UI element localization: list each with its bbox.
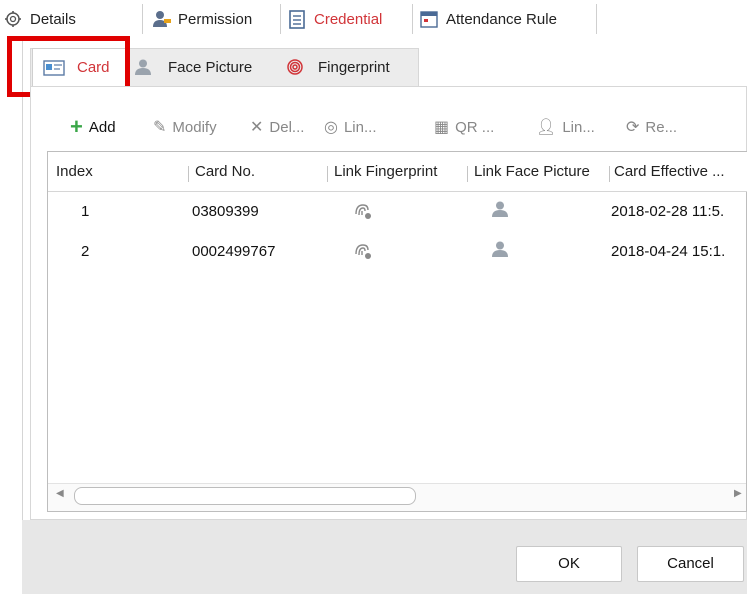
tab-attendance-rule[interactable]: Attendance Rule — [420, 0, 557, 38]
refresh-icon: ⟳ — [626, 119, 640, 136]
user-key-icon — [152, 10, 171, 28]
column-separator — [467, 166, 468, 182]
tab-credential-label: Credential — [314, 10, 383, 28]
fingerprint-icon — [286, 58, 304, 76]
link-person-button[interactable]: 👤︎ Lin... — [536, 116, 595, 138]
modify-button[interactable]: ✎ Modify — [153, 116, 217, 138]
table-row-card-effective[interactable]: 2018-04-24 15:1. — [611, 240, 725, 264]
table-row-card-no[interactable]: 03809399 — [192, 200, 259, 224]
close-icon: ✕ — [250, 119, 264, 136]
link-fingerprint-button[interactable]: ◎ Lin... — [324, 116, 377, 138]
table-row-index[interactable]: 1 — [81, 200, 89, 224]
edit-icon: ✎ — [153, 119, 167, 136]
tab-permission[interactable]: Permission — [152, 0, 252, 38]
ok-button[interactable]: OK — [516, 546, 622, 582]
qr-code-icon: ▦ — [434, 119, 450, 136]
link-fingerprint-button-label: Lin... — [343, 118, 377, 136]
delete-button-label: Del... — [269, 118, 305, 136]
tab-separator — [142, 4, 143, 34]
link-person-button-label: Lin... — [562, 118, 595, 136]
tab-attendance-rule-label: Attendance Rule — [446, 10, 557, 28]
qr-button[interactable]: ▦ QR ... — [434, 116, 494, 138]
read-button-label: Re... — [645, 118, 678, 136]
subtab-fingerprint-label: Fingerprint — [318, 58, 390, 76]
table-row-card-effective[interactable]: 2018-02-28 11:5. — [611, 200, 724, 224]
read-button[interactable]: ⟳ Re... — [626, 116, 677, 138]
column-header-index[interactable]: Index — [56, 152, 93, 191]
tab-details[interactable]: Details — [4, 0, 76, 38]
gear-icon — [4, 10, 22, 28]
column-header-link-face-picture[interactable]: Link Face Picture — [474, 152, 590, 191]
top-tab-filler — [596, 0, 747, 38]
column-header-link-fingerprint[interactable]: Link Fingerprint — [334, 152, 437, 191]
fingerprint-settings-icon[interactable] — [352, 240, 374, 264]
scrollbar-thumb[interactable] — [74, 487, 416, 505]
tab-separator — [280, 4, 281, 34]
tab-separator — [412, 4, 413, 34]
fingerprint-settings-icon[interactable] — [352, 200, 374, 224]
calendar-icon — [420, 10, 438, 28]
plus-icon: + — [70, 114, 83, 139]
face-picture-person-icon[interactable] — [491, 240, 509, 264]
column-header-card-no[interactable]: Card No. — [195, 152, 255, 191]
qr-button-label: QR ... — [455, 118, 495, 136]
table-row-card-no[interactable]: 0002499767 — [192, 240, 275, 264]
subtab-fingerprint[interactable]: Fingerprint — [286, 48, 390, 86]
column-separator — [188, 166, 189, 182]
tab-details-label: Details — [30, 10, 76, 28]
column-separator — [609, 166, 610, 182]
tab-credential[interactable]: Credential — [288, 0, 382, 38]
person-icon: 👤︎ — [536, 119, 557, 136]
add-button-label: Add — [88, 118, 116, 136]
fingerprint-lock-icon: ◎ — [324, 119, 338, 136]
add-button[interactable]: + Add — [70, 116, 116, 138]
face-picture-person-icon[interactable] — [491, 200, 509, 224]
scroll-right-arrow-icon[interactable]: ▶ — [734, 488, 742, 499]
scroll-left-arrow-icon[interactable]: ◀ — [56, 488, 64, 499]
tab-permission-label: Permission — [178, 10, 253, 28]
column-header-card-effective[interactable]: Card Effective ... — [614, 152, 725, 191]
table-row-index[interactable]: 2 — [81, 240, 89, 264]
cancel-button[interactable]: Cancel — [637, 546, 744, 582]
modify-button-label: Modify — [172, 118, 217, 136]
face-icon — [134, 58, 152, 76]
credential-icon — [288, 10, 306, 29]
subtab-face-picture-label: Face Picture — [168, 58, 253, 76]
column-separator — [327, 166, 328, 182]
delete-button[interactable]: ✕ Del... — [250, 116, 304, 138]
tab-separator — [596, 4, 597, 34]
subtab-face-picture[interactable]: Face Picture — [134, 48, 252, 86]
